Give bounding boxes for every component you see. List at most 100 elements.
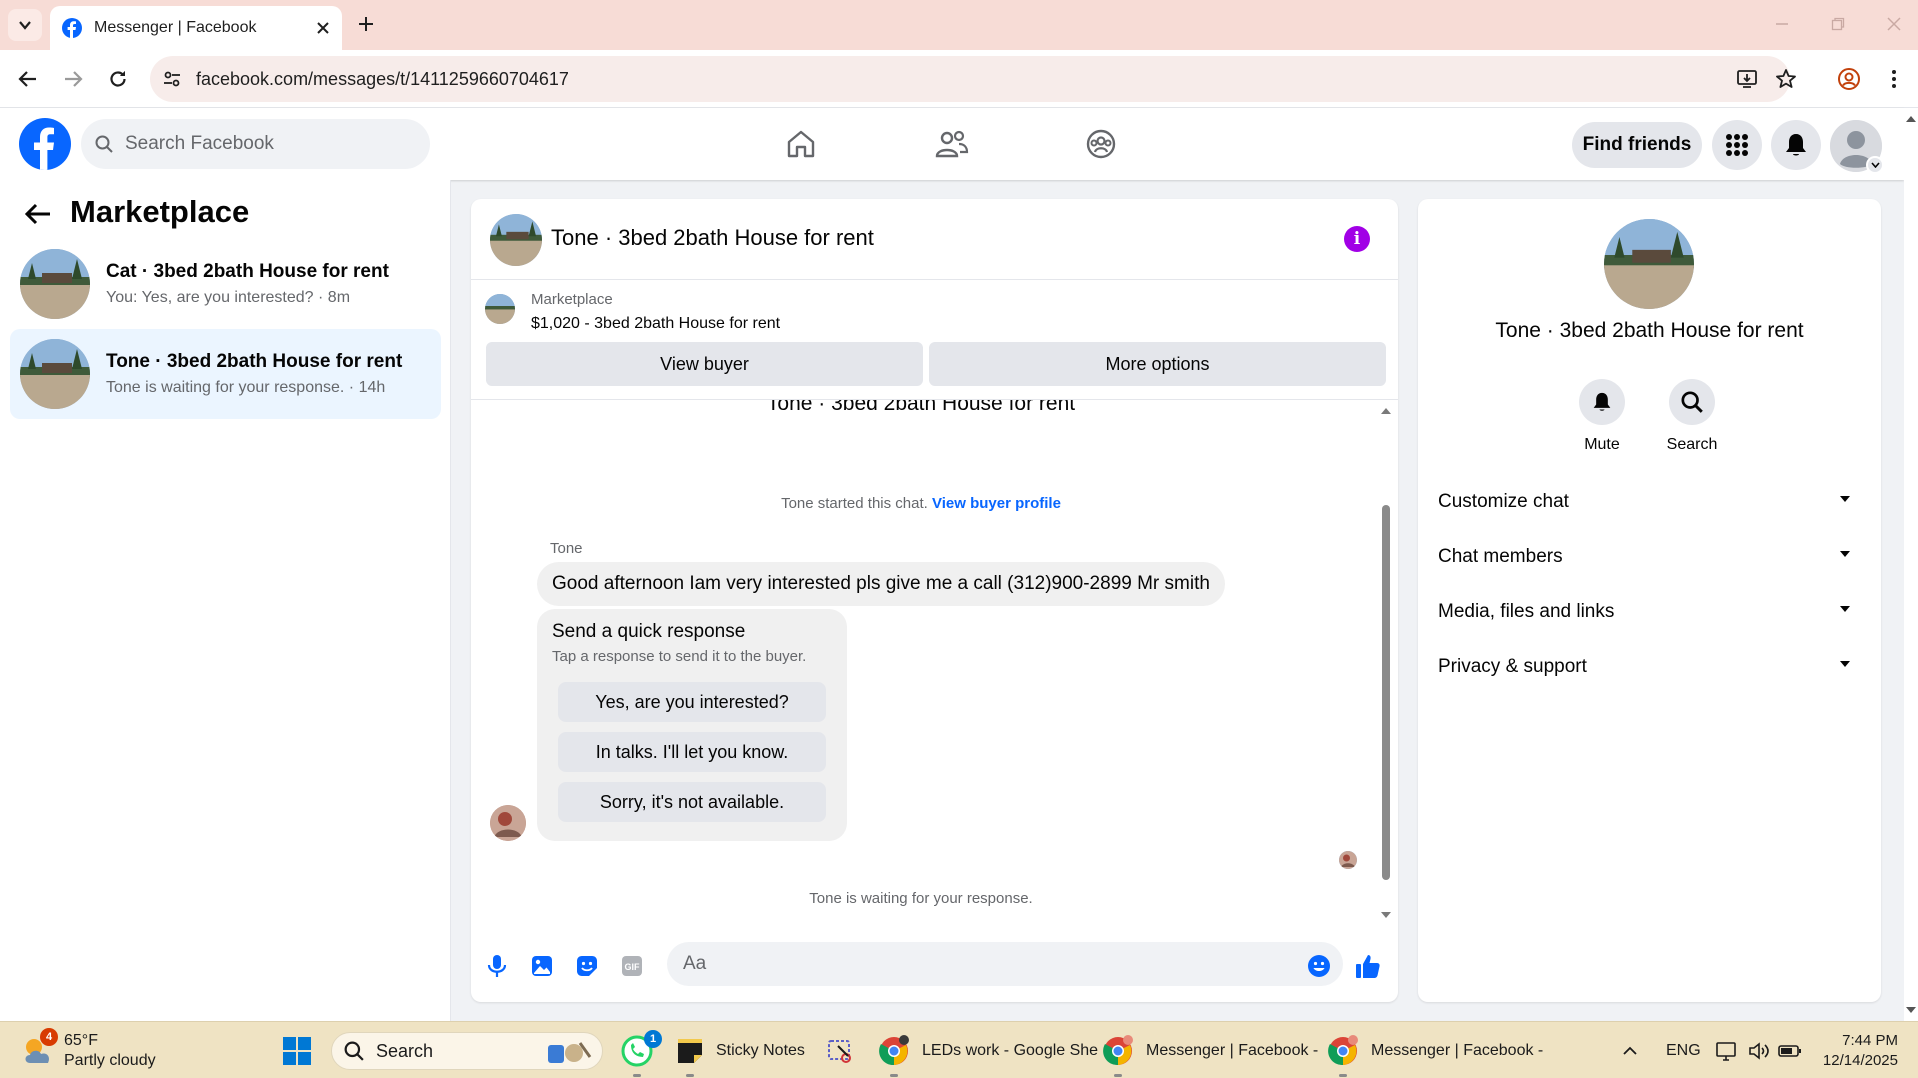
chrome-taskbar-messenger-1[interactable]: Messenger | Facebook -	[1102, 1022, 1318, 1078]
start-button[interactable]	[282, 1022, 312, 1078]
browser-menu-button[interactable]	[1878, 63, 1910, 95]
account-avatar[interactable]	[1830, 120, 1884, 174]
chrome-icon	[879, 1034, 909, 1065]
like-button[interactable]	[1354, 952, 1382, 980]
find-friends-button[interactable]: Find friends	[1572, 122, 1702, 168]
scroll-up-icon[interactable]	[1379, 405, 1393, 415]
chevron-down-icon	[1840, 551, 1850, 557]
page-scrollbar[interactable]	[1904, 108, 1918, 1021]
seen-avatar	[1339, 851, 1357, 869]
gif-icon: GIF	[622, 956, 642, 976]
show-hidden-icons-button[interactable]	[1622, 1022, 1638, 1078]
restore-window-button[interactable]	[1820, 10, 1856, 38]
profile-button[interactable]	[1833, 63, 1865, 95]
browser-tab-messenger[interactable]: Messenger | Facebook	[50, 6, 342, 50]
conversation-item-active[interactable]: Tone · 3bed 2bath House for rent Tone is…	[10, 329, 441, 419]
facebook-f-icon	[34, 127, 54, 170]
listing-price[interactable]: $1,020 - 3bed 2bath House for rent	[531, 315, 780, 333]
account-dropdown[interactable]	[1866, 156, 1884, 174]
search-icon	[1681, 391, 1703, 413]
scrollbar-thumb[interactable]	[1382, 505, 1390, 880]
address-bar[interactable]: facebook.com/messages/t/1411259660704617	[150, 56, 1796, 102]
system-tray-icons[interactable]	[1716, 1022, 1802, 1078]
scroll-down-icon[interactable]	[1904, 1006, 1918, 1016]
notifications-button[interactable]	[1771, 120, 1821, 170]
whatsapp-taskbar-button[interactable]: 1	[620, 1022, 662, 1078]
search-label: Search	[1666, 436, 1718, 453]
tab-search-button[interactable]	[8, 9, 42, 41]
tab-title: Messenger | Facebook	[94, 19, 257, 36]
groups-icon	[1086, 129, 1116, 159]
chevron-down-icon	[1840, 496, 1850, 502]
attach-photo-button[interactable]	[528, 952, 556, 980]
chrome-icon	[1328, 1034, 1358, 1065]
back-button[interactable]	[12, 63, 44, 95]
browser-toolbar: facebook.com/messages/t/1411259660704617	[0, 50, 1918, 108]
reload-button[interactable]	[102, 63, 134, 95]
close-tab-icon[interactable]	[316, 21, 330, 35]
search-highlight-icon	[548, 1042, 592, 1063]
media-files-links-section[interactable]: Media, files and links	[1428, 586, 1871, 638]
emoji-button[interactable]	[1305, 952, 1333, 980]
quick-response-button[interactable]: Yes, are you interested?	[558, 682, 826, 722]
customize-chat-section[interactable]: Customize chat	[1428, 476, 1871, 528]
chrome-window-title: LEDs work - Google She	[922, 1041, 1099, 1059]
groups-nav-button[interactable]	[1081, 124, 1121, 164]
facebook-logo[interactable]	[19, 118, 71, 170]
message-input[interactable]	[667, 942, 1343, 986]
sticky-notes-taskbar-button[interactable]: Sticky Notes	[676, 1022, 805, 1078]
more-options-button[interactable]: More options	[929, 342, 1386, 386]
friends-nav-button[interactable]	[932, 124, 972, 164]
section-label: Chat members	[1438, 546, 1563, 567]
bookmark-star-icon[interactable]	[1775, 68, 1797, 90]
scroll-up-icon[interactable]	[1904, 113, 1918, 123]
message-scrollbar[interactable]	[1379, 405, 1393, 923]
close-window-button[interactable]	[1876, 10, 1912, 38]
language-indicator[interactable]: ENG	[1666, 1022, 1701, 1078]
section-label: Customize chat	[1438, 491, 1569, 512]
chat-panel: Tone · 3bed 2bath House for rent i Marke…	[471, 199, 1398, 1002]
bell-icon	[1593, 392, 1611, 411]
menu-button[interactable]	[1712, 120, 1762, 170]
profile-icon	[1838, 68, 1860, 90]
chrome-taskbar-messenger-2[interactable]: Messenger | Facebook -	[1327, 1022, 1543, 1078]
quick-response-button[interactable]: Sorry, it's not available.	[558, 782, 826, 822]
forward-button[interactable]	[57, 63, 89, 95]
clock-time: 7:44 PM	[1842, 1031, 1898, 1049]
sticker-button[interactable]	[573, 952, 601, 980]
chrome-taskbar-leds-work[interactable]: LEDs work - Google She	[878, 1022, 1098, 1078]
incoming-message[interactable]: Good afternoon Iam very interested pls g…	[537, 562, 1225, 606]
chat-avatar[interactable]	[490, 214, 542, 266]
sender-avatar[interactable]	[490, 805, 526, 841]
search-in-chat-button[interactable]: Search	[1652, 379, 1732, 454]
facebook-favicon-icon	[62, 18, 82, 38]
taskbar-search[interactable]: Search	[331, 1032, 603, 1070]
chat-title[interactable]: Tone · 3bed 2bath House for rent	[551, 225, 874, 251]
view-buyer-button[interactable]: View buyer	[486, 342, 923, 386]
gif-button[interactable]: GIF	[618, 952, 646, 980]
image-icon	[532, 956, 552, 976]
weather-widget[interactable]: 4 65°F Partly cloudy	[20, 1022, 156, 1078]
conversation-item[interactable]: Cat · 3bed 2bath House for rent You: Yes…	[10, 239, 441, 329]
view-buyer-profile-link[interactable]: View buyer profile	[932, 495, 1061, 512]
snipping-tool-taskbar-button[interactable]	[826, 1022, 856, 1078]
minimize-window-button[interactable]	[1764, 10, 1800, 38]
new-tab-button[interactable]	[352, 10, 380, 38]
clock[interactable]: 7:44 PM 12/14/2025	[1816, 1022, 1898, 1078]
listing-label: Marketplace	[531, 291, 613, 308]
voice-clip-button[interactable]	[483, 952, 511, 980]
info-icon[interactable]: i	[1344, 226, 1370, 252]
install-app-icon[interactable]	[1736, 68, 1758, 90]
mute-button[interactable]: Mute	[1562, 379, 1642, 454]
chat-members-section[interactable]: Chat members	[1428, 531, 1871, 583]
site-settings-icon[interactable]	[162, 69, 182, 89]
emoji-icon	[1308, 955, 1330, 977]
facebook-search-input[interactable]: Search Facebook	[81, 119, 430, 169]
home-nav-button[interactable]	[781, 124, 821, 164]
quick-response-button[interactable]: In talks. I'll let you know.	[558, 732, 826, 772]
back-arrow-icon[interactable]	[24, 202, 52, 226]
thumbs-up-icon	[1356, 955, 1380, 978]
privacy-support-section[interactable]: Privacy & support	[1428, 641, 1871, 693]
scroll-down-icon[interactable]	[1379, 911, 1393, 921]
chat-info-avatar[interactable]	[1604, 219, 1694, 309]
